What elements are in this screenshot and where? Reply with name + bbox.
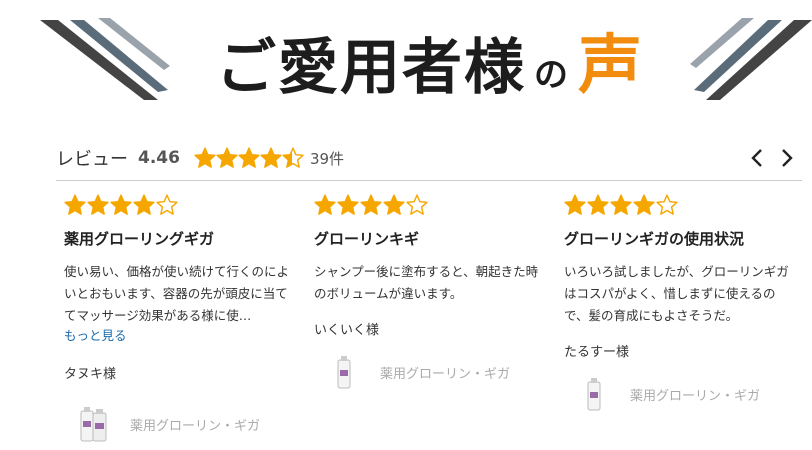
speed-lines-right-decoration xyxy=(690,18,812,100)
review-author: たるすー様 xyxy=(564,345,630,360)
prev-button[interactable] xyxy=(746,144,768,172)
star-empty-icon xyxy=(406,194,428,215)
review-body: 使い易い、価格が使い続けて行くのによいとおもいます、容器の先が頭皮に当ててマッサ… xyxy=(64,264,290,323)
banner-title-particle: の xyxy=(534,55,570,95)
product-thumbnail xyxy=(324,352,364,392)
review-card: 薬用グローリングギガ 使い易い、価格が使い続けて行くのによいとおもいます、容器の… xyxy=(64,194,294,444)
product-name: 薬用グローリン・ギガ xyxy=(630,388,761,404)
star-filled-icon xyxy=(194,147,216,168)
product-thumbnail xyxy=(74,404,114,444)
review-star-rating xyxy=(564,194,794,216)
star-filled-icon xyxy=(564,194,586,215)
review-card: グローリンギガの使用状況 いろいろ試しましたが、グローリンギガはコスパがよく、惜… xyxy=(564,194,794,414)
review-author: いくいく様 xyxy=(314,323,380,338)
next-button[interactable] xyxy=(776,144,798,172)
review-body: いろいろ試しましたが、グローリンギガはコスパがよく、惜しまずに使えるので、髪の育… xyxy=(564,264,789,323)
star-empty-icon xyxy=(156,194,178,215)
chevron-right-icon xyxy=(782,149,793,167)
carousel-nav xyxy=(746,144,798,172)
average-star-rating xyxy=(194,147,304,169)
star-filled-icon xyxy=(260,147,282,168)
review-card: グローリンキギ シャンプー後に塗布すると、朝起きた時のボリュームが違います。 い… xyxy=(314,194,544,392)
review-title: 薬用グローリングギガ xyxy=(64,230,215,248)
review-star-rating xyxy=(314,194,544,216)
review-label: レビュー xyxy=(56,149,128,170)
product-thumbnail xyxy=(574,374,614,414)
review-body: シャンプー後に塗布すると、朝起きた時のボリュームが違います。 xyxy=(314,264,539,301)
star-filled-icon xyxy=(64,194,86,215)
read-more-link[interactable]: もっと見る xyxy=(64,327,294,345)
star-filled-icon xyxy=(133,194,155,215)
star-filled-icon xyxy=(314,194,336,215)
header-divider xyxy=(56,180,802,181)
review-count: 39件 xyxy=(309,149,345,168)
chevron-left-icon xyxy=(751,149,762,167)
star-filled-icon xyxy=(633,194,655,215)
speed-lines-left-decoration xyxy=(40,18,170,100)
star-filled-icon xyxy=(587,194,609,215)
review-product[interactable]: 薬用グローリン・ギガ xyxy=(74,404,294,444)
review-title: グローリンキギ xyxy=(314,230,420,248)
star-half-icon xyxy=(282,147,304,168)
star-filled-icon xyxy=(110,194,132,215)
review-title: グローリンギガの使用状況 xyxy=(564,230,745,248)
testimonials-banner: ご愛用者様 の 声 xyxy=(0,0,812,120)
review-star-rating xyxy=(64,194,294,216)
banner-title: ご愛用者様 の 声 xyxy=(170,8,690,98)
star-filled-icon xyxy=(337,194,359,215)
product-name: 薬用グローリン・ギガ xyxy=(380,366,511,382)
review-product[interactable]: 薬用グローリン・ギガ xyxy=(324,352,544,392)
star-filled-icon xyxy=(87,194,109,215)
review-author: タヌキ様 xyxy=(64,367,117,382)
star-filled-icon xyxy=(383,194,405,215)
average-rating: 4.46 xyxy=(138,148,180,168)
star-filled-icon xyxy=(216,147,238,168)
star-filled-icon xyxy=(610,194,632,215)
product-name: 薬用グローリン・ギガ xyxy=(130,418,261,434)
star-filled-icon xyxy=(360,194,382,215)
star-empty-icon xyxy=(656,194,678,215)
star-filled-icon xyxy=(238,147,260,168)
banner-title-voice: 声 xyxy=(578,29,644,103)
review-summary: レビュー 4.46 39件 xyxy=(56,140,802,176)
banner-title-main: ご愛用者様 xyxy=(216,33,526,103)
review-product[interactable]: 薬用グローリン・ギガ xyxy=(574,374,794,414)
